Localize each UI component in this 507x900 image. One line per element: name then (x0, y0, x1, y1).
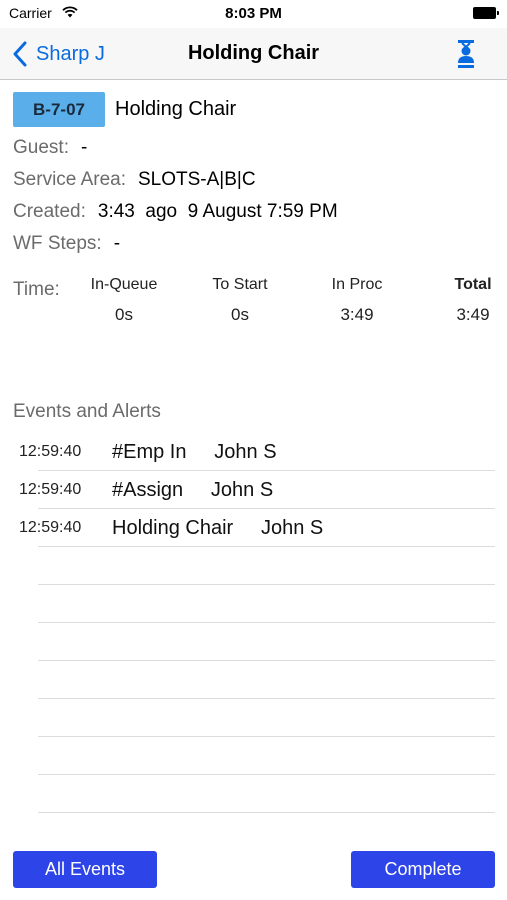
page-title: Holding Chair (187, 42, 320, 64)
time-value: 3:49 (340, 305, 374, 324)
created-label: Created: (13, 201, 86, 222)
guest-label: Guest: (13, 137, 69, 158)
battery-icon (473, 7, 499, 19)
event-row[interactable]: 12:59:40 Holding Chair John S (0, 509, 507, 547)
events-header: Events and Alerts (13, 401, 161, 422)
time-value: 0s (115, 305, 133, 324)
time-col-in-proc: In Proc 3:49 (312, 276, 402, 325)
time-head: Total (454, 276, 492, 293)
time-col-to-start: To Start 0s (195, 276, 285, 325)
navigation-bar: Sharp J Holding Chair (0, 28, 507, 80)
time-col-total: Total 3:49 (428, 276, 507, 325)
service-area-value: SLOTS-A|B|C (138, 169, 256, 190)
event-text: #Emp In John S (112, 441, 277, 463)
time-value: 0s (231, 305, 249, 324)
event-row-empty (0, 699, 507, 737)
event-row-empty (0, 547, 507, 585)
event-row-empty (0, 585, 507, 623)
time-head: In-Queue (90, 276, 158, 293)
time-col-in-queue: In-Queue 0s (79, 276, 169, 325)
created-row: Created: 3:43 ago 9 August 7:59 PM (13, 201, 338, 223)
time-head: To Start (212, 276, 268, 293)
event-row-empty (0, 661, 507, 699)
service-area-label: Service Area: (13, 169, 126, 190)
complete-button[interactable]: Complete (351, 851, 495, 888)
event-row-empty (0, 775, 507, 813)
person-queue-icon[interactable] (455, 38, 477, 70)
event-time: 12:59:40 (19, 481, 82, 498)
events-list: 12:59:40 #Emp In John S 12:59:40 #Assign… (0, 433, 507, 813)
wf-steps-label: WF Steps: (13, 233, 102, 254)
status-bar: Carrier 8:03 PM (0, 0, 507, 28)
ticket-code-badge: B-7-07 (13, 92, 105, 127)
event-time: 12:59:40 (19, 519, 82, 536)
guest-value: - (80, 137, 88, 158)
event-row-empty (0, 737, 507, 775)
event-row-empty (0, 623, 507, 661)
service-area-row: Service Area: SLOTS-A|B|C (13, 169, 256, 191)
event-row[interactable]: 12:59:40 #Emp In John S (0, 433, 507, 471)
wf-steps-value: - (113, 233, 121, 254)
time-value: 3:49 (456, 305, 490, 324)
ticket-header: B-7-07 Holding Chair (13, 92, 236, 127)
ticket-name: Holding Chair (115, 98, 237, 120)
guest-row: Guest: - (13, 137, 87, 159)
wf-steps-row: WF Steps: - (13, 233, 120, 255)
event-text: Holding Chair John S (112, 517, 324, 539)
time-head: In Proc (331, 276, 383, 293)
event-row[interactable]: 12:59:40 #Assign John S (0, 471, 507, 509)
all-events-button[interactable]: All Events (13, 851, 157, 888)
event-text: #Assign John S (112, 479, 274, 501)
time-label: Time: (13, 279, 60, 300)
clock: 8:03 PM (225, 5, 282, 22)
created-value: 3:43 ago 9 August 7:59 PM (97, 201, 338, 222)
event-time: 12:59:40 (19, 443, 82, 460)
row-divider (38, 812, 495, 813)
